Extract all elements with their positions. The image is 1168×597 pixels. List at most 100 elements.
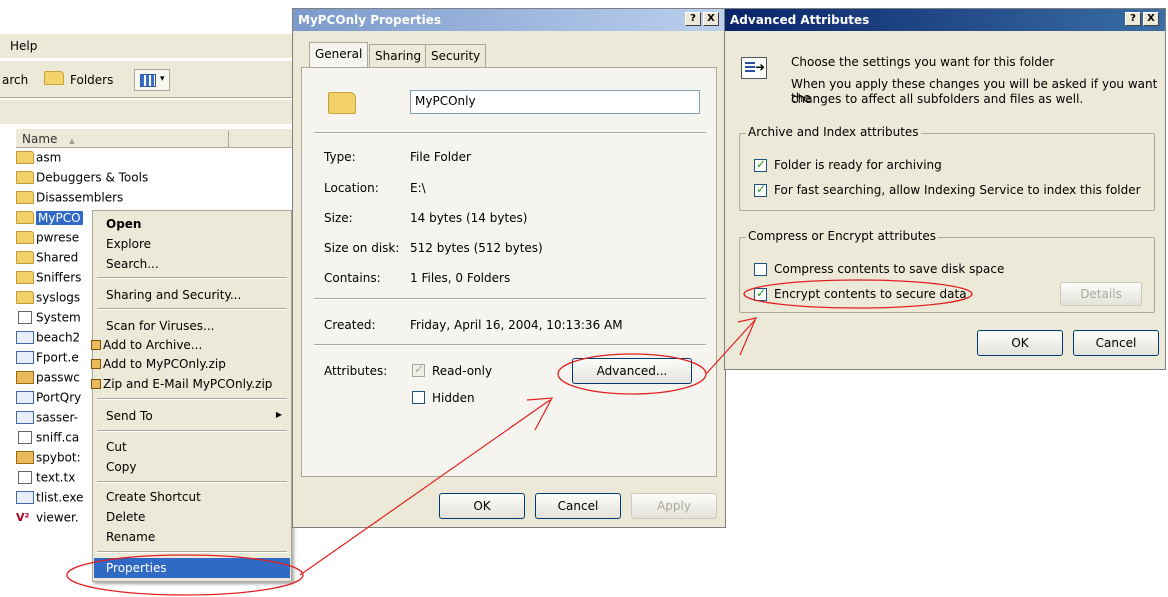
help-button[interactable]: ? [685, 12, 701, 26]
folder-icon [16, 151, 34, 164]
folder-name-input[interactable]: MyPCOnly [410, 90, 700, 114]
file-item[interactable]: asm [16, 150, 106, 169]
folders-button[interactable]: Folders [70, 73, 113, 87]
menu-separator [97, 481, 287, 483]
compress-label: Compress contents to save disk space [774, 262, 1005, 276]
menu-separator [97, 398, 287, 400]
encrypt-checkbox[interactable] [754, 286, 767, 301]
folder-icon [16, 251, 34, 264]
file-item[interactable]: Disassemblers [16, 190, 176, 209]
ok-button[interactable]: OK [439, 493, 525, 519]
contains-label: Contains: [324, 271, 381, 285]
submenu-arrow-icon: ▶ [275, 410, 282, 419]
menu-zip-email[interactable]: Zip and E-Mail MyPCOnly.zip [91, 374, 290, 394]
menu-create-shortcut[interactable]: Create Shortcut [94, 487, 290, 507]
views-icon [140, 74, 156, 87]
size-on-disk-label: Size on disk: [324, 241, 400, 255]
created-label: Created: [324, 318, 376, 332]
menu-copy-label: Copy [106, 460, 137, 474]
menu-search-label: Search... [106, 257, 159, 271]
intro-text: Choose the settings you want for this fo… [791, 55, 1055, 69]
menu-add-archive[interactable]: Add to Archive... [91, 335, 290, 355]
apply-button: Apply [631, 493, 717, 519]
menu-zip-email-label: Zip and E-Mail MyPCOnly.zip [103, 377, 273, 391]
column-separator[interactable] [228, 131, 229, 147]
help-button[interactable]: ? [1125, 12, 1141, 26]
tab-sharing[interactable]: Sharing [369, 44, 428, 68]
tab-general[interactable]: General [309, 42, 369, 69]
cancel-button[interactable]: Cancel [1073, 330, 1159, 356]
encrypt-label: Encrypt contents to secure data [774, 287, 967, 301]
menu-cut-label: Cut [106, 440, 127, 454]
readonly-checkbox[interactable] [412, 362, 425, 377]
archive-icon [16, 371, 34, 384]
menu-separator [97, 551, 287, 553]
properties-title-bar[interactable]: MyPCOnly Properties ? X [293, 9, 725, 31]
file-name: Debuggers & Tools [36, 170, 149, 185]
folder-icon [16, 291, 34, 304]
type-label: Type: [324, 150, 356, 164]
menu-search[interactable]: Search... [94, 254, 290, 274]
general-panel: MyPCOnly Type: File Folder Location: E:\… [301, 67, 717, 477]
close-button[interactable]: X [703, 12, 719, 26]
file-name: spybot: [36, 450, 81, 465]
advanced-button[interactable]: Advanced... [572, 358, 692, 384]
menu-scan-viruses[interactable]: Scan for Viruses... [94, 316, 290, 336]
tab-security[interactable]: Security [425, 44, 487, 68]
views-button[interactable]: ▾ [134, 69, 170, 91]
address-bar[interactable] [0, 100, 300, 124]
menu-rename[interactable]: Rename [94, 527, 290, 547]
menu-help[interactable]: Help [10, 39, 37, 53]
index-checkbox[interactable] [754, 182, 767, 197]
vd-icon: V² [16, 511, 30, 524]
menu-add-zip[interactable]: Add to MyPCOnly.zip [91, 354, 290, 374]
cancel-button[interactable]: Cancel [535, 493, 621, 519]
compress-checkbox[interactable] [754, 263, 767, 276]
hidden-label: Hidden [432, 391, 475, 405]
menu-explore[interactable]: Explore [94, 234, 290, 254]
search-button-label[interactable]: arch [2, 73, 28, 87]
menu-add-archive-label: Add to Archive... [103, 338, 203, 352]
archive-checkbox[interactable] [754, 157, 767, 172]
divider [314, 298, 706, 300]
file-name: beach2 [36, 330, 81, 345]
name-column-header[interactable]: Name ▲ [22, 132, 75, 146]
file-item[interactable]: Debuggers & Tools [16, 170, 176, 189]
readonly-label: Read-only [432, 364, 493, 378]
application-icon [16, 331, 34, 344]
menu-copy[interactable]: Copy [94, 457, 290, 477]
file-name: PortQry [36, 390, 82, 405]
menu-sharing-label: Sharing and Security... [106, 288, 242, 302]
menu-delete[interactable]: Delete [94, 507, 290, 527]
created-value: Friday, April 16, 2004, 10:13:36 AM [410, 318, 623, 332]
type-value: File Folder [410, 150, 471, 164]
application-icon [16, 391, 34, 404]
advanced-title-bar[interactable]: Advanced Attributes ? X [725, 9, 1165, 31]
close-button[interactable]: X [1143, 12, 1159, 26]
file-name: viewer. [36, 510, 79, 525]
archive-icon [16, 451, 34, 464]
details-button: Details [1060, 282, 1142, 306]
menu-create-shortcut-label: Create Shortcut [106, 490, 201, 504]
menu-delete-label: Delete [106, 510, 146, 524]
menu-cut[interactable]: Cut [94, 437, 290, 457]
folder-icon [16, 171, 34, 184]
list-header[interactable]: Name ▲ [16, 128, 300, 148]
file-name: Disassemblers [36, 190, 124, 205]
properties-dialog: MyPCOnly Properties ? X General Sharing … [292, 8, 726, 528]
ok-button[interactable]: OK [977, 330, 1063, 356]
file-name: sniff.ca [36, 430, 80, 445]
menu-sharing[interactable]: Sharing and Security... [94, 285, 290, 305]
name-column-label: Name [22, 132, 58, 146]
index-label: For fast searching, allow Indexing Servi… [774, 183, 1141, 197]
hidden-checkbox[interactable] [412, 391, 425, 404]
attributes-label: Attributes: [324, 364, 388, 378]
folder-icon [16, 211, 34, 224]
menu-open[interactable]: Open [94, 214, 290, 234]
application-icon [16, 491, 34, 504]
menu-send-to[interactable]: Send To ▶ [94, 406, 290, 426]
dropdown-arrow-icon: ▾ [160, 74, 165, 84]
menu-properties[interactable]: Properties [94, 558, 290, 578]
location-label: Location: [324, 181, 379, 195]
context-menu: Open Explore Search... Sharing and Secur… [91, 210, 292, 582]
